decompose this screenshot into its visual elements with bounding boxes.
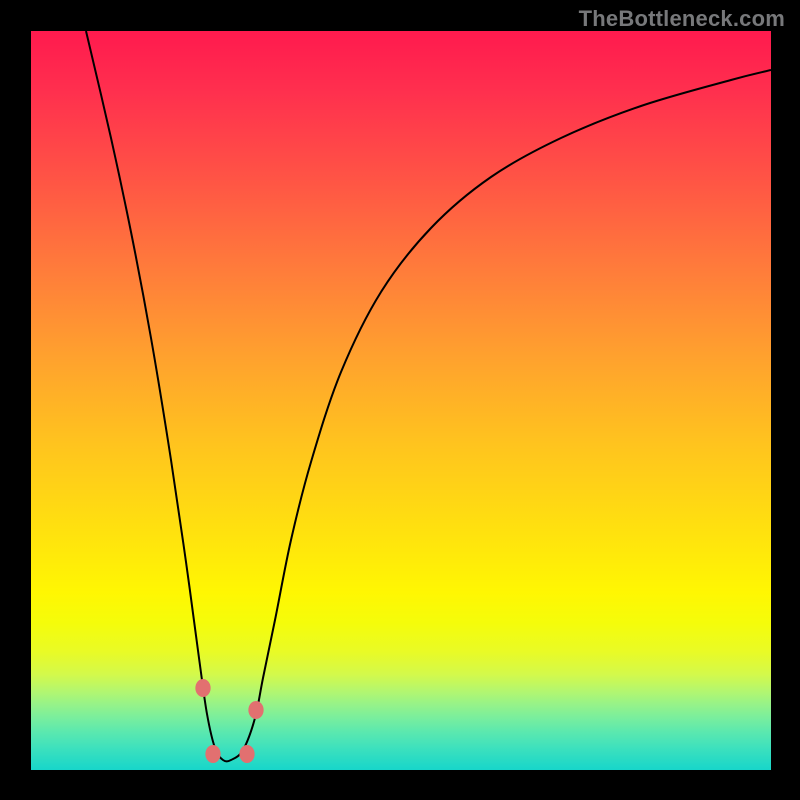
data-marker <box>239 745 254 763</box>
chart-frame: TheBottleneck.com <box>0 0 800 800</box>
plot-area <box>31 31 771 770</box>
bottleneck-curve <box>31 31 771 770</box>
data-marker <box>195 679 210 697</box>
watermark-text: TheBottleneck.com <box>579 6 785 32</box>
data-marker <box>205 745 220 763</box>
data-marker <box>248 701 263 719</box>
